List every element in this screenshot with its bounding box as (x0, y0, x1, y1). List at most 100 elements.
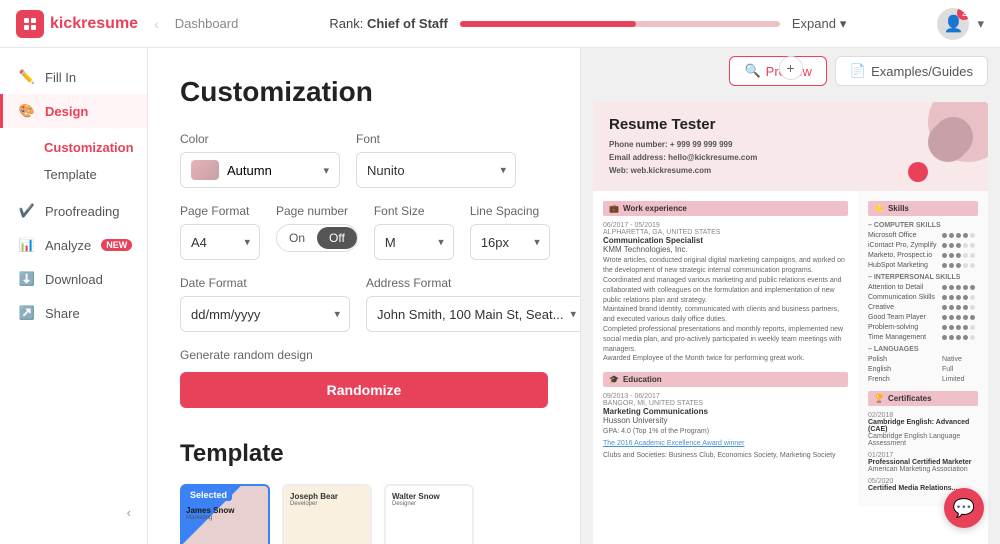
skill-communication: Communication Skills (868, 294, 978, 301)
skill-icontact: iContact Pro, Zymplify (868, 242, 978, 249)
page-number-toggle[interactable]: On Off (276, 224, 358, 252)
sidebar-item-analyze[interactable]: 📊 Analyze NEW (0, 228, 147, 262)
toggle-on[interactable]: On (277, 227, 317, 249)
sidebar-sub-template[interactable]: Template (28, 161, 147, 188)
resume-left-col: 💼Work experience 06/2017 - 05/2019 ALPHA… (593, 191, 858, 507)
computer-skills-cat: – COMPUTER SKILLS (868, 222, 978, 229)
sidebar-sub-customization[interactable]: Customization (28, 134, 147, 161)
skills-section-title: ⭐Skills (868, 201, 978, 216)
sidebar-collapse-button[interactable]: ‹ (0, 493, 147, 532)
work-date: 06/2017 - 05/2019 (603, 222, 848, 229)
sidebar: ✏️ Fill In 🎨 Design Customization Templa… (0, 48, 148, 544)
line-spacing-select-wrapper: 14px 16px 18px (470, 224, 550, 260)
edu-degree: Marketing Communications (603, 407, 848, 416)
randomize-button[interactable]: Randomize (180, 372, 548, 408)
examples-button[interactable]: 📄 Examples/Guides (835, 56, 988, 86)
skill-team-player: Good Team Player (868, 314, 978, 321)
design-submenu: Customization Template (0, 128, 147, 194)
avatar[interactable]: 👤 2 (937, 8, 969, 40)
analyze-icon: 📊 (19, 237, 35, 253)
edu-note: GPA: 4.0 (Top 1% of the Program) (603, 427, 848, 437)
template-cards: Selected James Snow Marketing Joseph Bea… (180, 484, 548, 544)
sidebar-item-share[interactable]: ↗️ Share (0, 296, 147, 330)
chat-button[interactable]: 💬 (944, 488, 984, 528)
template-card-1-selected-label: Selected (185, 489, 232, 501)
font-select[interactable]: Nunito Arial Roboto (356, 152, 516, 188)
toggle-off[interactable]: Off (317, 227, 357, 249)
address-format-label: Address Format (366, 276, 580, 290)
topbar-divider: ‹ (154, 16, 159, 32)
template-section: Template Selected James Snow Marketing J… (180, 440, 548, 544)
rank-label: Rank: Chief of Staff (329, 16, 447, 31)
avatar-chevron[interactable]: ▾ (977, 16, 984, 32)
template-card-3[interactable]: Walter Snow Designer (384, 484, 474, 544)
logo[interactable]: kickresume (16, 10, 138, 38)
template-title: Template (180, 440, 548, 468)
analyze-new-badge: NEW (101, 239, 132, 251)
color-value: Autumn (227, 163, 272, 178)
preview-icon: 🔍 (744, 63, 760, 79)
sidebar-item-design[interactable]: 🎨 Design (0, 94, 147, 128)
page-number-label: Page number (276, 204, 358, 218)
work-section-title: 💼Work experience (603, 201, 848, 216)
logo-text: kickresume (50, 15, 138, 33)
font-size-select-wrapper: S M L XL (374, 224, 454, 260)
skill-marketo: Marketo, Prospect.io (868, 252, 978, 259)
color-label: Color (180, 132, 340, 146)
line-spacing-select[interactable]: 14px 16px 18px (470, 224, 550, 260)
font-select-wrapper: Nunito Arial Roboto (356, 152, 516, 188)
examples-icon: 📄 (850, 63, 866, 79)
page-title: Customization (180, 76, 548, 108)
font-size-select[interactable]: S M L XL (374, 224, 454, 260)
address-format-select-wrapper: John Smith, 100 Main St, Seat... 100 Mai… (366, 296, 580, 332)
design-icon: 🎨 (19, 103, 35, 119)
rank-area: Rank: Chief of Staff Expand ▾ (250, 16, 925, 32)
font-group: Font Nunito Arial Roboto (356, 132, 516, 188)
sidebar-item-download[interactable]: ⬇️ Download (0, 262, 147, 296)
resume-preview: Resume Tester Phone number: + 999 99 999… (581, 94, 1000, 544)
topbar: kickresume ‹ Dashboard Rank: Chief of St… (0, 0, 1000, 48)
fill-in-icon: ✏️ (19, 69, 35, 85)
rank-bar-fill (460, 21, 636, 27)
sidebar-item-fill-in[interactable]: ✏️ Fill In (0, 60, 147, 94)
circles-decoration (888, 102, 988, 182)
edu-location: BANGOR, MI, UNITED STATES (603, 400, 848, 407)
template-card-1[interactable]: Selected James Snow Marketing (180, 484, 270, 544)
address-format-select[interactable]: John Smith, 100 Main St, Seat... 100 Mai… (366, 296, 580, 332)
date-format-label: Date Format (180, 276, 350, 290)
sidebar-item-proofreading[interactable]: ✔️ Proofreading (0, 194, 147, 228)
page-format-label: Page Format (180, 204, 260, 218)
chat-icon: 💬 (953, 498, 975, 519)
resume-header: Resume Tester Phone number: + 999 99 999… (593, 102, 988, 191)
edu-date: 09/2013 - 06/2017 (603, 393, 848, 400)
skill-attention: Attention to Detail (868, 284, 978, 291)
date-format-group: Date Format dd/mm/yyyy mm/dd/yyyy yyyy-m… (180, 276, 350, 332)
dashboard-link[interactable]: Dashboard (175, 16, 239, 31)
page-format-select[interactable]: A4 Letter (180, 224, 260, 260)
resume-page: Resume Tester Phone number: + 999 99 999… (593, 102, 988, 544)
color-select[interactable]: Autumn ▾ (180, 152, 340, 188)
rank-expand-button[interactable]: Expand ▾ (792, 16, 847, 32)
circle3 (908, 162, 928, 182)
font-size-group: Font Size S M L XL (374, 204, 454, 260)
work-job-title: Communication Specialist (603, 236, 848, 245)
skill-hubspot: HubSpot Marketing (868, 262, 978, 269)
skill-ms-office: Microsoft Office (868, 232, 978, 239)
add-page-button[interactable]: + (779, 56, 803, 80)
resume-right-col: ⭐Skills – COMPUTER SKILLS Microsoft Offi… (858, 191, 988, 507)
edu-school: Husson University (603, 416, 848, 425)
randomize-group: Generate random design Randomize (180, 348, 548, 408)
lang-english: English Full (868, 366, 978, 373)
line-spacing-label: Line Spacing (470, 204, 550, 218)
circle1 (933, 102, 988, 152)
color-preview-swatch (191, 160, 219, 180)
rank-bar (460, 21, 780, 27)
template-card-2[interactable]: Joseph Bear Developer (282, 484, 372, 544)
preview-panel: + 🔍 Preview 📄 Examples/Guides (580, 48, 1000, 544)
content-area: Customization Color Autumn ▾ Font Nunito… (148, 48, 580, 544)
preview-topbar: + 🔍 Preview 📄 Examples/Guides (581, 48, 1000, 94)
date-format-select[interactable]: dd/mm/yyyy mm/dd/yyyy yyyy-mm-dd (180, 296, 350, 332)
page-number-group: Page number On Off (276, 204, 358, 252)
education-section-title: 🎓Education (603, 372, 848, 387)
lang-french: French Limited (868, 376, 978, 383)
